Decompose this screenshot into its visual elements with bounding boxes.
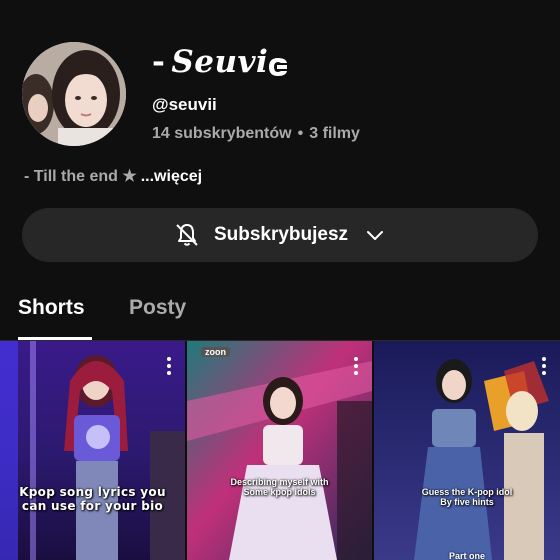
video-count: 3 filmy bbox=[309, 125, 360, 142]
short-caption-3-line2: By five hints bbox=[440, 497, 494, 508]
tab-posts[interactable]: Posty bbox=[129, 296, 186, 320]
short-menu-icon[interactable] bbox=[167, 357, 171, 378]
short-badge-2: zoon bbox=[201, 347, 230, 357]
shorts-grid: Kpop song lyrics you can use for your bi… bbox=[0, 341, 560, 560]
short-thumbnail-2 bbox=[187, 341, 372, 560]
channel-tabs: Shorts Posty bbox=[0, 290, 560, 340]
short-menu-icon[interactable] bbox=[354, 357, 358, 378]
short-footer-3: Part one bbox=[448, 551, 485, 560]
channel-name: - Seuvi bbox=[152, 44, 268, 80]
channel-name-text: Seuvi bbox=[171, 44, 269, 80]
bio-more-link[interactable]: ...więcej bbox=[141, 168, 202, 185]
short-tile-3[interactable]: Guess the K-pop idol By five hints Part … bbox=[374, 341, 560, 560]
channel-stats: 14 subskrybentów • 3 filmy bbox=[152, 125, 360, 143]
short-tile-1[interactable]: Kpop song lyrics you can use for your bi… bbox=[0, 341, 185, 560]
short-tile-2[interactable]: zoon Describing myself with Some kpop id… bbox=[187, 341, 372, 560]
stats-separator: • bbox=[297, 125, 304, 142]
b-logo-icon bbox=[269, 58, 287, 76]
short-caption-2-line2: Some kpop idols bbox=[243, 487, 316, 498]
short-menu-icon[interactable] bbox=[542, 357, 546, 378]
bio-text: - Till the end ★ bbox=[24, 168, 137, 185]
short-caption-2-line1: Describing myself with bbox=[230, 477, 329, 487]
channel-name-prefix: - bbox=[152, 44, 166, 80]
subscribed-label: Subskrybujesz bbox=[213, 224, 349, 245]
short-caption-3-line1: Guess the K-pop idol bbox=[421, 487, 513, 497]
short-caption-1-line1: Kpop song lyrics you bbox=[19, 485, 166, 499]
tab-shorts[interactable]: Shorts bbox=[18, 296, 85, 320]
short-thumbnail-1 bbox=[0, 341, 185, 560]
short-caption-3: Guess the K-pop idol By five hints bbox=[374, 487, 560, 508]
short-caption-1: Kpop song lyrics you can use for your bi… bbox=[0, 485, 185, 514]
chevron-down-icon bbox=[367, 231, 384, 240]
short-caption-1-line2: can use for your bio bbox=[21, 498, 164, 513]
short-caption-2: Describing myself with Some kpop idols bbox=[187, 477, 372, 498]
short-thumbnail-3 bbox=[374, 341, 560, 560]
channel-handle: @seuvii bbox=[152, 95, 217, 114]
bell-off-icon bbox=[176, 224, 198, 246]
channel-bio[interactable]: - Till the end ★ ...więcej bbox=[24, 166, 202, 186]
channel-avatar[interactable] bbox=[22, 42, 126, 146]
subscriber-count: 14 subskrybentów bbox=[152, 125, 292, 142]
subscribed-button[interactable]: Subskrybujesz bbox=[22, 208, 538, 262]
